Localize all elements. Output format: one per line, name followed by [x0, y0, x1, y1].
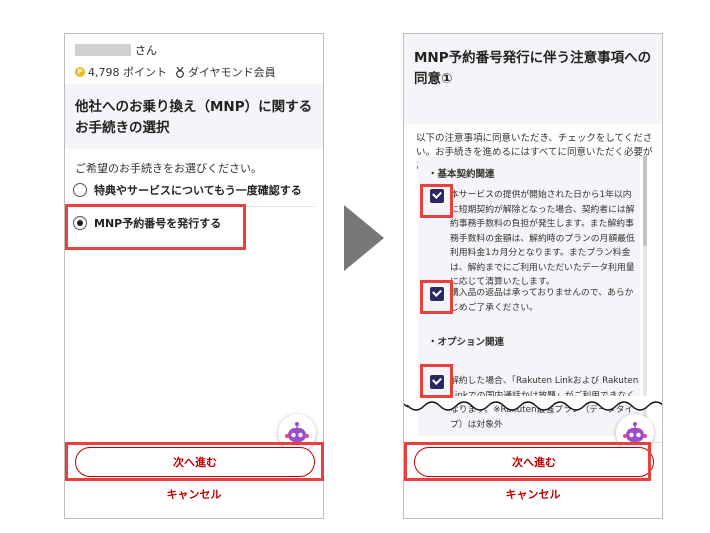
redacted-user-name	[75, 44, 131, 56]
consent-item[interactable]: 本サービスの提供が開始された日から1年以内に短期契約が解除となった場合、契約者に…	[430, 188, 640, 290]
page-title: 他社へのお乗り換え（MNP）に関するお手続きの選択	[75, 99, 313, 136]
section-heading: ・基本契約関連	[428, 169, 495, 180]
cancel-link[interactable]: キャンセル	[404, 486, 662, 502]
right-screen: MNP予約番号発行に伴う注意事項への同意① 以下の注意事項に同意いただき、チェッ…	[403, 33, 663, 519]
page-title: MNP予約番号発行に伴う注意事項への同意①	[414, 50, 652, 87]
consent-text: 購入品の返品は承っておりませんので、あらかじめご了承ください。	[450, 288, 634, 313]
points-amount: 4,798 ポイント	[88, 66, 167, 79]
user-name-suffix: さん	[135, 44, 157, 57]
option-review-benefits[interactable]: 特典やサービスについてもう一度確認する	[73, 182, 302, 198]
title-band: MNP予約番号発行に伴う注意事項への同意①	[404, 34, 662, 124]
radio-icon[interactable]	[73, 216, 87, 230]
section-heading: ・オプション関連	[428, 337, 505, 348]
coin-icon: P	[75, 67, 85, 77]
selection-prompt: ご希望のお手続きをお選びください。	[75, 162, 262, 175]
cancel-link[interactable]: キャンセル	[65, 486, 323, 502]
points-row: P 4,798 ポイント ダイヤモンド会員	[75, 64, 276, 80]
consent-text: 本サービスの提供が開始された日から1年以内に短期契約が解除となった場合、契約者に…	[450, 190, 635, 287]
option-issue-mnp-number[interactable]: MNP予約番号を発行する	[73, 215, 221, 231]
option-label: 特典やサービスについてもう一度確認する	[94, 184, 302, 197]
checkbox-icon[interactable]	[430, 287, 444, 301]
title-band: 他社へのお乗り換え（MNP）に関するお手続きの選択	[65, 84, 323, 149]
checkbox-icon[interactable]	[430, 375, 444, 389]
checkbox-icon[interactable]	[430, 189, 444, 203]
next-button[interactable]: 次へ進む	[75, 447, 315, 477]
medal-icon	[176, 66, 184, 78]
option-label: MNP予約番号を発行する	[94, 217, 222, 230]
radio-icon[interactable]	[73, 183, 87, 197]
member-rank: ダイヤモンド会員	[188, 66, 276, 79]
next-button[interactable]: 次へ進む	[414, 447, 654, 477]
left-screen: さん P 4,798 ポイント ダイヤモンド会員 他社へのお乗り換え（MNP）に…	[64, 33, 324, 519]
footer-divider	[65, 442, 323, 443]
user-name-row: さん	[75, 43, 157, 57]
option-divider	[73, 206, 315, 207]
footer-divider	[404, 442, 662, 443]
wave-cut-overlay	[404, 396, 662, 411]
scrollbar-thumb[interactable]	[643, 156, 647, 246]
arrow-right-icon	[344, 205, 384, 271]
consent-item[interactable]: 購入品の返品は承っておりませんので、あらかじめご了承ください。	[430, 286, 640, 315]
